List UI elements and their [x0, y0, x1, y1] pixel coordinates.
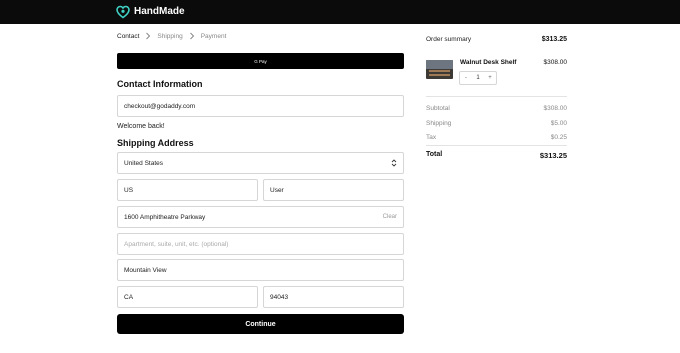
order-summary-title: Order summary [426, 36, 472, 43]
state-value: CA [124, 293, 134, 301]
total-label: Total [426, 151, 443, 158]
contact-section-title: Contact Information [117, 79, 203, 89]
address-line2-placeholder: Apartment, suite, unit, etc. (optional) [124, 240, 229, 248]
address-line1-field[interactable]: 1600 Amphitheatre Parkway Clear [117, 206, 404, 228]
city-field[interactable]: Mountain View [117, 259, 404, 281]
country-select[interactable]: United States [117, 152, 404, 174]
quantity-stepper: - 1 + [459, 71, 497, 85]
quantity-increase-button[interactable]: + [484, 75, 496, 81]
country-value: United States [124, 159, 164, 167]
zip-field[interactable]: 94043 [263, 286, 404, 308]
last-name-value: User [270, 186, 284, 194]
product-price: $308.00 [543, 59, 568, 66]
quantity-value: 1 [476, 75, 480, 81]
total-value: $313.25 [539, 151, 567, 160]
shipping-cost-value: $5.00 [550, 120, 567, 127]
tax-label: Tax [426, 134, 437, 141]
welcome-message: Welcome back! [117, 123, 165, 130]
google-pay-button[interactable]: G Pay [117, 53, 404, 69]
clear-address-button[interactable]: Clear [383, 207, 397, 227]
first-name-value: US [124, 186, 134, 194]
zip-value: 94043 [270, 293, 289, 301]
first-name-field[interactable]: US [117, 179, 258, 201]
google-pay-label: G Pay [254, 58, 267, 64]
shipping-section-title: Shipping Address [117, 138, 194, 148]
product-thumbnail [426, 60, 453, 79]
subtotal-label: Subtotal [426, 105, 450, 112]
product-name: Walnut Desk Shelf [460, 59, 517, 66]
summary-divider [426, 96, 567, 97]
shipping-cost-label: Shipping [426, 120, 452, 127]
last-name-field[interactable]: User [263, 179, 404, 201]
city-value: Mountain View [124, 266, 167, 274]
brand-name[interactable]: HandMade [134, 5, 185, 19]
address-line2-field[interactable]: Apartment, suite, unit, etc. (optional) [117, 233, 404, 255]
address-line1-value: 1600 Amphitheatre Parkway [124, 213, 206, 221]
breadcrumb: Contact Shipping Payment [117, 31, 226, 41]
breadcrumb-contact[interactable]: Contact [117, 33, 139, 40]
summary-divider [426, 145, 567, 146]
quantity-decrease-button[interactable]: - [460, 75, 472, 81]
breadcrumb-shipping[interactable]: Shipping [157, 33, 182, 40]
select-updown-icon [391, 159, 397, 167]
continue-button[interactable]: Continue [117, 314, 404, 334]
top-bar: HandMade [0, 0, 680, 24]
state-field[interactable]: CA [117, 286, 258, 308]
handmade-logo-icon[interactable] [116, 5, 130, 19]
order-summary-total: $313.25 [541, 36, 567, 43]
breadcrumb-payment[interactable]: Payment [201, 33, 227, 40]
chevron-right-icon [189, 32, 194, 40]
email-value: checkout@godaddy.com [124, 102, 196, 110]
email-field[interactable]: checkout@godaddy.com [117, 95, 404, 117]
chevron-right-icon [146, 32, 151, 40]
tax-value: $0.25 [550, 134, 567, 141]
subtotal-value: $308.00 [543, 105, 568, 112]
